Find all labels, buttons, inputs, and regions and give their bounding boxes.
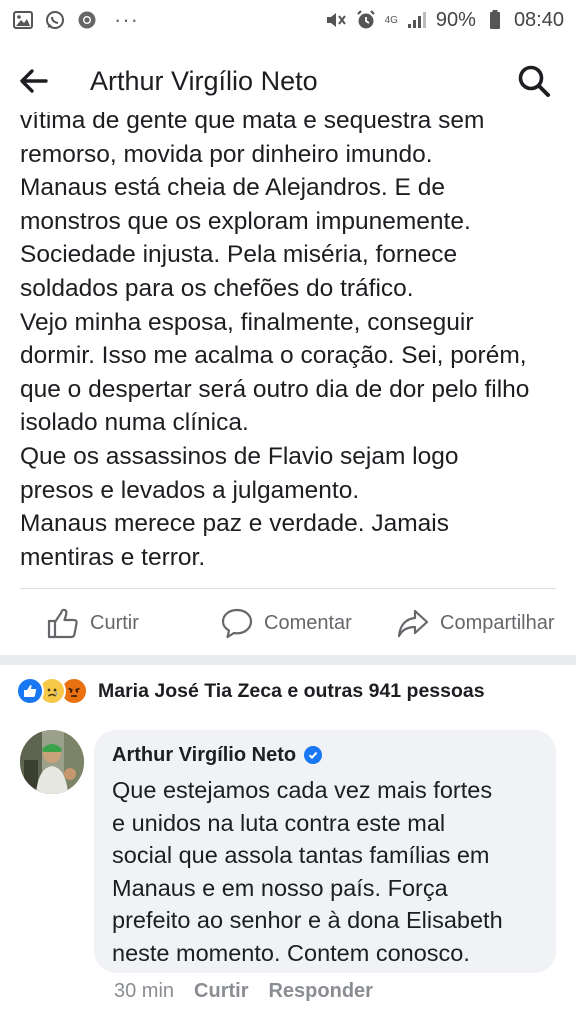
battery-icon: [484, 9, 506, 31]
comment-text-line: social que assola tantas famílias em: [112, 842, 490, 868]
battery-percent: 90%: [435, 8, 476, 31]
post-text-line: Manaus merece paz e verdade. Jamais: [20, 510, 449, 538]
more-notifications-indicator: ···: [114, 7, 139, 32]
like-label: Curtir: [90, 611, 139, 634]
comment-text-line: prefeito ao senhor e à dona Elisabeth: [112, 907, 503, 933]
comment-icon: [221, 608, 253, 639]
comment-like-button[interactable]: Curtir: [194, 980, 248, 1003]
status-bar: ··· 4G 90% 08:40: [0, 0, 576, 40]
search-button[interactable]: [510, 57, 558, 105]
share-label: Compartilhar: [440, 611, 555, 634]
mute-icon: [325, 9, 347, 31]
post-text-line: isolado numa clínica.: [20, 409, 249, 437]
post-text-line: Vejo minha esposa, finalmente, conseguir: [20, 308, 474, 336]
comment-text-line: neste momento. Contem conosco.: [112, 939, 470, 966]
comment-timestamp: 30 min: [114, 979, 175, 1002]
post-text-line: presos e levados a julgamento.: [20, 476, 360, 504]
comment-button[interactable]: Comentar: [220, 606, 352, 640]
comment-label: Comentar: [264, 611, 352, 634]
comment-text-line: Manaus e em nosso país. Força: [112, 874, 448, 901]
share-button[interactable]: Compartilhar: [396, 606, 554, 640]
alarm-icon: [355, 9, 377, 31]
signal-icon: [406, 9, 428, 31]
post-action-bar: Curtir Comentar Compartilhar: [0, 596, 576, 650]
verified-badge-icon: [304, 746, 323, 764]
like-button[interactable]: Curtir: [46, 606, 139, 640]
back-button[interactable]: [18, 55, 70, 107]
like-reaction-icon: [16, 677, 44, 705]
share-icon: [397, 609, 429, 638]
thumbs-up-icon: [47, 608, 78, 639]
reactions-summary[interactable]: Maria José Tia Zeca e outras 941 pessoas: [16, 676, 485, 706]
chrome-icon: [76, 9, 98, 31]
post-text-line: vítima de gente que mata e sequestra sem: [20, 112, 485, 134]
post-divider: [20, 588, 556, 589]
post-text-line: Sociedade injusta. Pela miséria, fornece: [20, 241, 458, 269]
comment-meta: 30 min Curtir Responder: [114, 976, 373, 1006]
post-text-line: mentiras e terror.: [20, 543, 206, 571]
network-type: 4G: [384, 14, 398, 26]
page-header: Arthur Virgílio Neto: [0, 40, 576, 122]
comment-text-line: Que estejamos cada vez mais fortes: [112, 777, 493, 803]
post-text-line: monstros que os exploram impunemente.: [20, 207, 471, 235]
search-icon: [518, 65, 550, 97]
comment-text: Que estejamos cada vez mais fortes e unid…: [112, 774, 538, 969]
post-text-line: remorso, movida por dinheiro imundo.: [20, 140, 433, 168]
gallery-icon: [12, 9, 34, 31]
post-text-line: Que os assassinos de Flavio sejam logo: [20, 442, 459, 470]
post-body: vítima de gente que mata e sequestra sem…: [20, 112, 560, 582]
post-text-line: dormir. Isso me acalma o coração. Sei, p…: [20, 342, 527, 370]
comment-author-name: Arthur Virgílio Neto: [112, 743, 297, 766]
page-title: Arthur Virgílio Neto: [90, 65, 318, 96]
comment-author[interactable]: Arthur Virgílio Neto: [112, 740, 538, 770]
post-text-line: que o despertar será outro dia de dor pe…: [20, 375, 530, 403]
comment-bubble: Arthur Virgílio Neto Que estejamos cada …: [94, 730, 556, 973]
post-text-line: soldados para os chefões do tráfico.: [20, 274, 414, 302]
reactions-text: Maria José Tia Zeca e outras 941 pessoas: [98, 679, 485, 702]
arrow-left-icon: [20, 69, 48, 93]
clock: 08:40: [513, 8, 564, 31]
post-text-line: Manaus está cheia de Alejandros. E de: [20, 174, 445, 202]
whatsapp-icon: [44, 9, 66, 31]
comment-text-line: e unidos na luta contra este mal: [112, 809, 446, 836]
avatar[interactable]: [20, 730, 84, 794]
comment-reply-button[interactable]: Responder: [268, 980, 372, 1003]
section-separator: [0, 655, 576, 665]
